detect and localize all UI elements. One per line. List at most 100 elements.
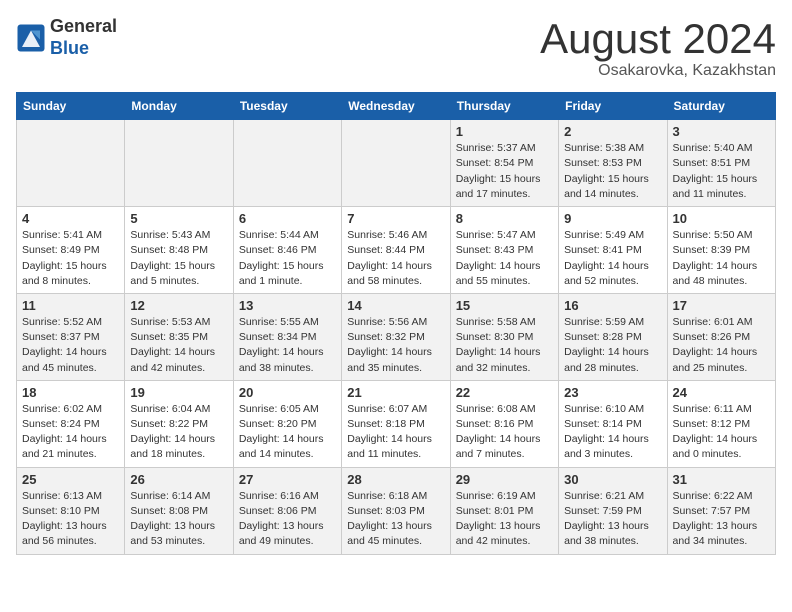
day-number: 27 xyxy=(239,472,336,487)
day-info: Sunrise: 5:50 AM Sunset: 8:39 PM Dayligh… xyxy=(673,228,770,289)
calendar-cell: 26 Sunrise: 6:14 AM Sunset: 8:08 PM Dayli… xyxy=(125,467,233,554)
calendar-cell: 28 Sunrise: 6:18 AM Sunset: 8:03 PM Dayli… xyxy=(342,467,450,554)
calendar-cell: 4Sunrise: 5:41 AM Sunset: 8:49 PM Daylig… xyxy=(17,207,125,294)
day-info: Sunrise: 6:13 AM Sunset: 8:10 PM Dayligh… xyxy=(22,489,119,550)
calendar-cell: 19 Sunrise: 6:04 AM Sunset: 8:22 PM Dayli… xyxy=(125,380,233,467)
day-number: 22 xyxy=(456,385,553,400)
day-info: Sunrise: 6:16 AM Sunset: 8:06 PM Dayligh… xyxy=(239,489,336,550)
calendar-cell: 29Sunrise: 6:19 AM Sunset: 8:01 PM Dayli… xyxy=(450,467,558,554)
calendar-cell: 30 Sunrise: 6:21 AM Sunset: 7:59 PM Dayli… xyxy=(559,467,667,554)
day-info: Sunrise: 5:46 AM Sunset: 8:44 PM Dayligh… xyxy=(347,228,444,289)
calendar-cell xyxy=(125,120,233,207)
day-number: 1 xyxy=(456,124,553,139)
day-number: 19 xyxy=(130,385,227,400)
day-info: Sunrise: 6:14 AM Sunset: 8:08 PM Dayligh… xyxy=(130,489,227,550)
calendar-cell: 9Sunrise: 5:49 AM Sunset: 8:41 PM Daylig… xyxy=(559,207,667,294)
day-number: 31 xyxy=(673,472,770,487)
day-number: 12 xyxy=(130,298,227,313)
logo-blue-text: Blue xyxy=(50,38,89,58)
day-info: Sunrise: 6:10 AM Sunset: 8:14 PM Dayligh… xyxy=(564,402,661,463)
calendar-cell: 6Sunrise: 5:44 AM Sunset: 8:46 PM Daylig… xyxy=(233,207,341,294)
logo: General Blue xyxy=(16,16,117,59)
calendar-cell: 25 Sunrise: 6:13 AM Sunset: 8:10 PM Dayli… xyxy=(17,467,125,554)
day-number: 7 xyxy=(347,211,444,226)
day-number: 25 xyxy=(22,472,119,487)
day-number: 3 xyxy=(673,124,770,139)
day-number: 26 xyxy=(130,472,227,487)
day-info: Sunrise: 6:05 AM Sunset: 8:20 PM Dayligh… xyxy=(239,402,336,463)
day-info: Sunrise: 6:02 AM Sunset: 8:24 PM Dayligh… xyxy=(22,402,119,463)
day-info: Sunrise: 5:56 AM Sunset: 8:32 PM Dayligh… xyxy=(347,315,444,376)
calendar-table: SundayMondayTuesdayWednesdayThursdayFrid… xyxy=(16,92,776,554)
day-number: 17 xyxy=(673,298,770,313)
calendar-cell: 1 Sunrise: 5:37 AM Sunset: 8:54 PM Daylig… xyxy=(450,120,558,207)
calendar-cell: 13 Sunrise: 5:55 AM Sunset: 8:34 PM Dayli… xyxy=(233,293,341,380)
day-info: Sunrise: 5:55 AM Sunset: 8:34 PM Dayligh… xyxy=(239,315,336,376)
logo-text: General Blue xyxy=(50,16,117,59)
day-number: 20 xyxy=(239,385,336,400)
day-number: 24 xyxy=(673,385,770,400)
weekday-header: Friday xyxy=(559,93,667,120)
calendar-cell xyxy=(17,120,125,207)
day-number: 2 xyxy=(564,124,661,139)
day-info: Sunrise: 5:37 AM Sunset: 8:54 PM Dayligh… xyxy=(456,141,553,202)
calendar-cell: 27 Sunrise: 6:16 AM Sunset: 8:06 PM Dayli… xyxy=(233,467,341,554)
title-block: August 2024 Osakarovka, Kazakhstan xyxy=(540,16,776,80)
day-info: Sunrise: 5:40 AM Sunset: 8:51 PM Dayligh… xyxy=(673,141,770,202)
day-info: Sunrise: 5:47 AM Sunset: 8:43 PM Dayligh… xyxy=(456,228,553,289)
day-info: Sunrise: 6:07 AM Sunset: 8:18 PM Dayligh… xyxy=(347,402,444,463)
calendar-cell: 20 Sunrise: 6:05 AM Sunset: 8:20 PM Dayli… xyxy=(233,380,341,467)
day-info: Sunrise: 6:18 AM Sunset: 8:03 PM Dayligh… xyxy=(347,489,444,550)
weekday-header: Monday xyxy=(125,93,233,120)
calendar-cell: 18Sunrise: 6:02 AM Sunset: 8:24 PM Dayli… xyxy=(17,380,125,467)
calendar-cell: 3 Sunrise: 5:40 AM Sunset: 8:51 PM Daylig… xyxy=(667,120,775,207)
day-number: 8 xyxy=(456,211,553,226)
day-info: Sunrise: 6:04 AM Sunset: 8:22 PM Dayligh… xyxy=(130,402,227,463)
day-number: 13 xyxy=(239,298,336,313)
day-info: Sunrise: 5:59 AM Sunset: 8:28 PM Dayligh… xyxy=(564,315,661,376)
month-title: August 2024 xyxy=(540,16,776,62)
day-number: 21 xyxy=(347,385,444,400)
calendar-week-row: 11 Sunrise: 5:52 AM Sunset: 8:37 PM Dayli… xyxy=(17,293,776,380)
day-number: 16 xyxy=(564,298,661,313)
calendar-cell: 23 Sunrise: 6:10 AM Sunset: 8:14 PM Dayli… xyxy=(559,380,667,467)
day-info: Sunrise: 6:21 AM Sunset: 7:59 PM Dayligh… xyxy=(564,489,661,550)
calendar-week-row: 1 Sunrise: 5:37 AM Sunset: 8:54 PM Daylig… xyxy=(17,120,776,207)
location-text: Osakarovka, Kazakhstan xyxy=(540,62,776,80)
calendar-cell: 8 Sunrise: 5:47 AM Sunset: 8:43 PM Daylig… xyxy=(450,207,558,294)
calendar-cell: 7 Sunrise: 5:46 AM Sunset: 8:44 PM Daylig… xyxy=(342,207,450,294)
calendar-cell xyxy=(233,120,341,207)
day-info: Sunrise: 6:08 AM Sunset: 8:16 PM Dayligh… xyxy=(456,402,553,463)
logo-icon xyxy=(16,23,46,53)
day-info: Sunrise: 5:58 AM Sunset: 8:30 PM Dayligh… xyxy=(456,315,553,376)
calendar-cell: 16 Sunrise: 5:59 AM Sunset: 8:28 PM Dayli… xyxy=(559,293,667,380)
day-info: Sunrise: 5:43 AM Sunset: 8:48 PM Dayligh… xyxy=(130,228,227,289)
page-header: General Blue August 2024 Osakarovka, Kaz… xyxy=(16,16,776,80)
calendar-cell: 21 Sunrise: 6:07 AM Sunset: 8:18 PM Dayli… xyxy=(342,380,450,467)
day-info: Sunrise: 5:38 AM Sunset: 8:53 PM Dayligh… xyxy=(564,141,661,202)
calendar-cell: 12 Sunrise: 5:53 AM Sunset: 8:35 PM Dayli… xyxy=(125,293,233,380)
calendar-cell: 24Sunrise: 6:11 AM Sunset: 8:12 PM Dayli… xyxy=(667,380,775,467)
day-number: 9 xyxy=(564,211,661,226)
calendar-cell: 5 Sunrise: 5:43 AM Sunset: 8:48 PM Daylig… xyxy=(125,207,233,294)
day-number: 23 xyxy=(564,385,661,400)
calendar-cell: 11 Sunrise: 5:52 AM Sunset: 8:37 PM Dayli… xyxy=(17,293,125,380)
weekday-header-row: SundayMondayTuesdayWednesdayThursdayFrid… xyxy=(17,93,776,120)
day-number: 5 xyxy=(130,211,227,226)
day-info: Sunrise: 5:52 AM Sunset: 8:37 PM Dayligh… xyxy=(22,315,119,376)
calendar-cell: 14Sunrise: 5:56 AM Sunset: 8:32 PM Dayli… xyxy=(342,293,450,380)
day-info: Sunrise: 6:22 AM Sunset: 7:57 PM Dayligh… xyxy=(673,489,770,550)
day-number: 30 xyxy=(564,472,661,487)
day-number: 11 xyxy=(22,298,119,313)
logo-general-text: General xyxy=(50,16,117,36)
calendar-week-row: 18Sunrise: 6:02 AM Sunset: 8:24 PM Dayli… xyxy=(17,380,776,467)
weekday-header: Sunday xyxy=(17,93,125,120)
day-info: Sunrise: 5:53 AM Sunset: 8:35 PM Dayligh… xyxy=(130,315,227,376)
calendar-cell: 22 Sunrise: 6:08 AM Sunset: 8:16 PM Dayli… xyxy=(450,380,558,467)
day-number: 28 xyxy=(347,472,444,487)
calendar-week-row: 4Sunrise: 5:41 AM Sunset: 8:49 PM Daylig… xyxy=(17,207,776,294)
weekday-header: Saturday xyxy=(667,93,775,120)
day-number: 4 xyxy=(22,211,119,226)
calendar-week-row: 25 Sunrise: 6:13 AM Sunset: 8:10 PM Dayli… xyxy=(17,467,776,554)
calendar-cell: 15Sunrise: 5:58 AM Sunset: 8:30 PM Dayli… xyxy=(450,293,558,380)
